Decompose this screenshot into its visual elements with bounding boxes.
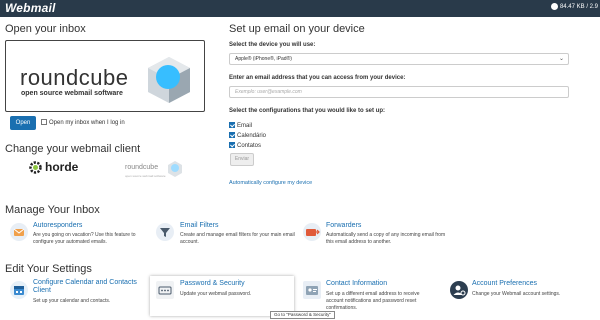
roundcube-client-wordmark: roundcube [125,164,159,171]
device-select-value: Apple® (iPhone®, iPad®) [235,56,292,62]
config-contacts-option[interactable]: Contatos [229,142,261,149]
autoresponders-icon [10,223,28,241]
webmail-logo[interactable]: Webmail [5,1,56,15]
forwarders-icon [303,223,321,241]
password-security-desc: Update your webmail password. [180,291,252,297]
roundcube-wordmark: roundcube [20,65,129,90]
account-preferences-desc: Change your Webmail account settings. [472,291,561,297]
auto-configure-link[interactable]: Automatically configure my device [229,180,312,186]
manage-inbox-title: Manage Your Inbox [5,204,100,216]
horde-client-link[interactable]: horde [28,160,78,180]
disk-usage-icon [550,3,558,10]
open-default-label: Open my inbox when I log in [49,120,125,126]
open-default-option[interactable]: Open my inbox when I log in [41,119,125,126]
storage-indicator: 84.47 KB / 2.9 [550,3,598,11]
forwarders-desc: Automatically send a copy of any incomin… [326,232,446,245]
config-contacts-checkbox[interactable] [229,142,235,148]
config-label: Select the configurations that you would… [229,108,386,114]
autoresponders-desc: Are you going on vacation? Use this feat… [33,232,136,245]
change-client-title: Change your webmail client [5,143,141,155]
roundcube-logo-card[interactable]: roundcube open source webmail software [5,40,205,112]
account-preferences-icon [450,281,468,299]
filter-icon [156,223,174,241]
config-email-checkbox[interactable] [229,122,235,128]
contact-information-link[interactable]: Contact Information [326,280,387,287]
password-icon [156,281,174,299]
calendar-icon [10,281,28,299]
autoresponders-link[interactable]: Autoresponders [33,222,82,229]
calendar-contacts-desc: Set up your calendar and contacts. [33,298,111,304]
roundcube-client-tagline: open source webmail software [125,174,166,178]
roundcube-tagline: open source webmail software [21,90,123,97]
open-default-checkbox[interactable] [41,119,47,125]
horde-wordmark: horde [45,160,79,174]
roundcube-client-link[interactable]: roundcube open source webmail software [125,160,185,180]
config-calendar-checkbox[interactable] [229,132,235,138]
config-calendar-option[interactable]: Calendário [229,132,266,139]
contact-information-desc: Set up a different email address to rece… [326,291,420,311]
password-security-link[interactable]: Password & Security [180,280,245,287]
send-config-button[interactable]: Enviar [230,153,254,166]
forwarders-link[interactable]: Forwarders [326,222,361,229]
calendar-contacts-link[interactable]: Configure Calendar and Contacts Client [33,279,145,295]
email-filters-desc: Create and manage email filters for your… [180,232,295,245]
chevron-down-icon: ⌄ [558,56,564,62]
account-preferences-link[interactable]: Account Preferences [472,280,537,287]
email-address-input[interactable]: Exemplo: user@example.com [229,86,569,98]
config-calendar-label: Calendário [237,133,267,139]
edit-settings-title: Edit Your Settings [5,263,92,275]
open-inbox-button[interactable]: Open [10,116,36,130]
config-email-label: Email [237,123,253,129]
device-setup-title: Set up email on your device [229,23,365,35]
roundcube-cube-icon [148,57,190,103]
roundcube-small-cube-icon [168,161,182,177]
tooltip: Go to "Password & Security" [270,311,335,319]
email-address-label: Enter an email address that you can acce… [229,75,406,81]
top-bar: Webmail 84.47 KB / 2.9 [0,0,600,17]
device-select-label: Select the device you will use: [229,42,316,48]
contact-card-icon [303,281,321,299]
config-email-option[interactable]: Email [229,122,252,129]
config-contacts-label: Contatos [237,143,262,149]
storage-text: 84.47 KB / 2.9 [559,4,598,11]
device-select[interactable]: Apple® (iPhone®, iPad®) ⌄ [229,53,569,65]
open-inbox-title: Open your inbox [5,23,86,35]
horde-gear-icon [29,161,42,174]
email-filters-link[interactable]: Email Filters [180,222,219,229]
